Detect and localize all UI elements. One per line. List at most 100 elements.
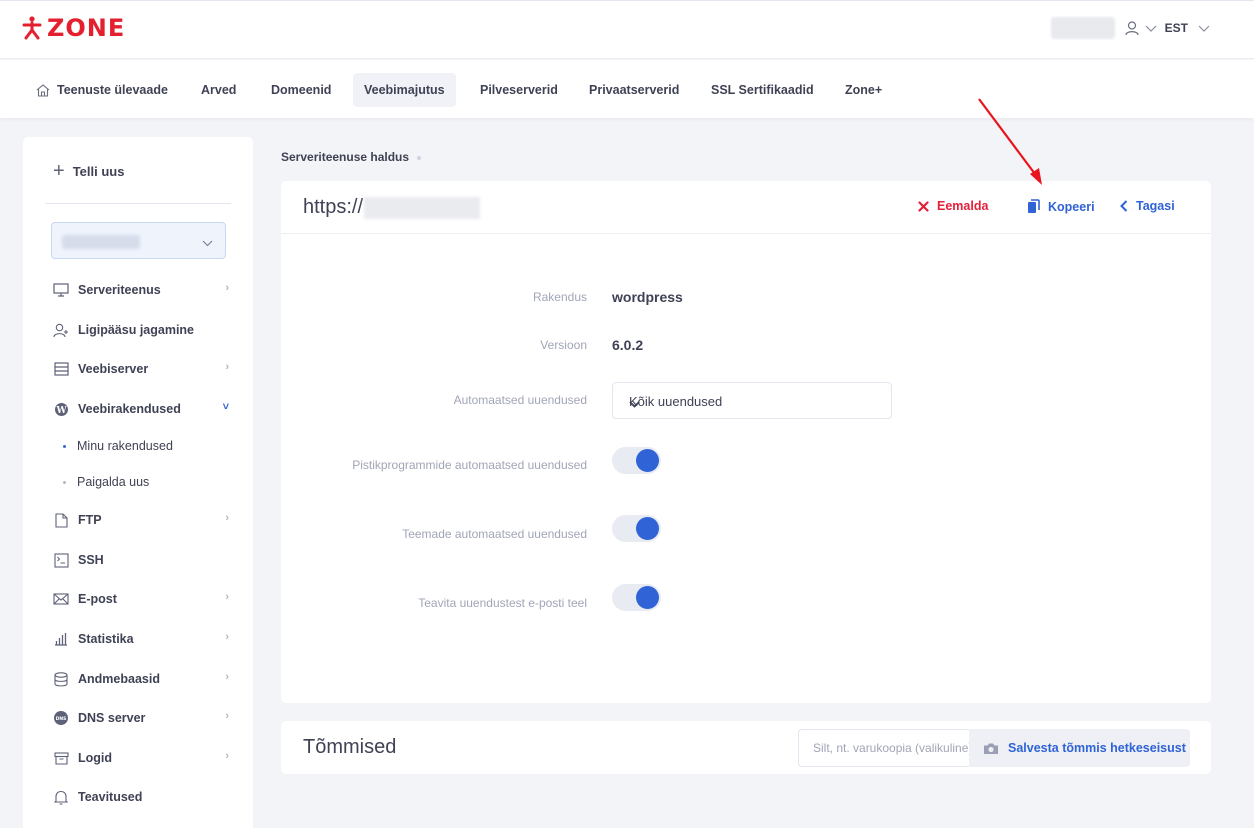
sidebar-item-label: Andmebaasid (78, 672, 160, 686)
notify-label: Teavita uuendustest e-posti teel (418, 596, 587, 610)
chevron-right-icon: › (225, 361, 229, 373)
sidebar-item-label: Teavitused (78, 790, 143, 804)
copy-button[interactable]: Kopeeri (1027, 199, 1095, 214)
chevron-right-icon: › (225, 671, 229, 683)
nav-item-label: Privaatserverid (589, 83, 680, 97)
app-label: Rakendus (532, 290, 587, 304)
database-icon (53, 671, 69, 687)
main-nav: Teenuste ülevaade Arved Domeenid Veebima… (0, 60, 1254, 118)
snapshots-card: Tõmmised Silt, nt. varukoopia (valikulin… (281, 721, 1211, 774)
sidebar-item-ligipaasu[interactable]: Ligipääsu jagamine (53, 318, 233, 342)
notify-toggle[interactable] (612, 584, 661, 611)
nav-item-webhosting[interactable]: Veebimajutus (353, 73, 456, 107)
nav-item-label: SSL Sertifikaadid (711, 83, 814, 97)
sidebar-item-dns[interactable]: DNS DNS server › (53, 706, 233, 730)
app-url: https:// (303, 196, 481, 219)
plugin-updates-toggle[interactable] (612, 447, 661, 474)
sidebar-item-statistika[interactable]: Statistika › (53, 627, 233, 651)
top-bar: ZONE EST (0, 0, 1254, 59)
nav-item-label: Domeenid (271, 83, 332, 97)
chevron-right-icon: › (225, 591, 229, 603)
sidebar-item-label: DNS server (78, 711, 146, 725)
sidebar-item-veebiserver[interactable]: Veebiserver › (53, 357, 233, 381)
bar-chart-icon (53, 631, 69, 647)
save-snapshot-button[interactable]: Salvesta tõmmis hetkeseisust (969, 729, 1190, 767)
sidebar-item-epost[interactable]: E-post › (53, 587, 233, 611)
sidebar-item-serveriteenus[interactable]: Serveriteenus › (53, 278, 233, 302)
url-domain-redacted (364, 196, 481, 219)
close-icon (918, 200, 929, 212)
back-button[interactable]: Tagasi (1120, 199, 1175, 213)
nav-item-private-servers[interactable]: Privaatserverid (578, 73, 690, 107)
service-selector[interactable] (51, 222, 226, 259)
annotation-arrow (978, 98, 1042, 185)
toggle-knob (636, 517, 659, 540)
logo-text: ZONE (47, 14, 126, 42)
sidebar-item-logid[interactable]: Logid › (53, 746, 233, 770)
service-name-redacted (62, 235, 140, 249)
nav-item-label: Zone+ (845, 83, 883, 97)
camera-icon (983, 742, 999, 755)
chevron-down-icon[interactable] (1198, 21, 1210, 36)
user-name-redacted (1050, 17, 1115, 39)
card-header: https:// Eemalda Kopeeri Tagasi (281, 181, 1211, 234)
user-menu[interactable]: EST (1050, 17, 1210, 39)
chevron-down-icon (629, 396, 881, 411)
chevron-right-icon: › (225, 710, 229, 722)
theme-updates-toggle[interactable] (612, 515, 661, 542)
sidebar-subitem-paigalda-uus[interactable]: Paigalda uus (63, 472, 149, 492)
toggle-knob (636, 449, 659, 472)
sidebar-item-ssh[interactable]: SSH (53, 548, 233, 572)
breadcrumb[interactable]: Serveriteenuse haldus (281, 150, 409, 164)
nav-item-label: Pilveserverid (480, 83, 558, 97)
sidebar-item-label: Veebiserver (78, 362, 149, 376)
remove-button[interactable]: Eemalda (918, 199, 988, 213)
file-icon (53, 512, 69, 528)
chevron-down-icon[interactable] (1145, 21, 1157, 36)
theme-updates-label: Teemade automaatsed uuendused (402, 527, 587, 541)
auto-updates-select[interactable]: Kõik uuendused (612, 382, 892, 419)
sidebar: + Telli uus Serveriteenus › Ligipääsu ja… (23, 137, 253, 828)
sidebar-item-andmebaasid[interactable]: Andmebaasid › (53, 667, 233, 691)
plus-icon: + (53, 160, 65, 182)
copy-icon (1027, 199, 1040, 214)
sidebar-subitem-label: Paigalda uus (77, 475, 150, 489)
sidebar-item-teavitused[interactable]: Teavitused (53, 785, 233, 809)
nav-item-invoices[interactable]: Arved (190, 73, 247, 107)
nav-item-ssl[interactable]: SSL Sertifikaadid (700, 73, 825, 107)
nav-item-cloud-servers[interactable]: Pilveserverid (469, 73, 569, 107)
copy-label: Kopeeri (1048, 199, 1095, 214)
sidebar-item-label: SSH (78, 553, 104, 567)
order-new-button[interactable]: + Telli uus (53, 161, 124, 181)
nav-item-domains[interactable]: Domeenid (260, 73, 342, 107)
nav-item-zone-plus[interactable]: Zone+ (834, 73, 893, 107)
sidebar-item-label: FTP (78, 513, 102, 527)
sidebar-item-ftp[interactable]: FTP › (53, 508, 233, 532)
sidebar-item-label: Serveriteenus (78, 283, 161, 297)
nav-item-label: Teenuste ülevaade (57, 83, 168, 97)
version-label: Versioon (540, 338, 587, 352)
sidebar-item-label: Veebirakendused (78, 402, 181, 416)
chevron-down-icon (202, 235, 213, 250)
back-label: Tagasi (1136, 199, 1175, 213)
user-icon[interactable] (1125, 20, 1139, 36)
save-snapshot-label: Salvesta tõmmis hetkeseisust (1008, 741, 1186, 755)
server-icon (53, 361, 69, 377)
sidebar-item-veebirakendused[interactable]: W Veebirakendused ˅ (53, 397, 233, 421)
chevron-right-icon: › (225, 750, 229, 762)
snapshot-label-input[interactable]: Silt, nt. varukoopia (valikuline) (798, 729, 969, 767)
sidebar-item-label: Statistika (78, 632, 134, 646)
remove-label: Eemalda (937, 199, 989, 213)
sidebar-subitem-minu-rakendused[interactable]: Minu rakendused (63, 436, 173, 456)
language-selector[interactable]: EST (1165, 21, 1188, 35)
svg-text:W: W (55, 406, 67, 416)
terminal-icon (53, 552, 69, 568)
zone-logo[interactable]: ZONE (22, 13, 125, 43)
version-value: 6.0.2 (612, 337, 644, 353)
snapshots-title: Tõmmised (303, 736, 397, 758)
auto-updates-label: Automaatsed uuendused (453, 393, 587, 407)
nav-item-overview[interactable]: Teenuste ülevaade (25, 73, 179, 107)
bullet-icon (63, 480, 66, 484)
divider (45, 203, 231, 204)
url-prefix: https:// (303, 196, 364, 218)
